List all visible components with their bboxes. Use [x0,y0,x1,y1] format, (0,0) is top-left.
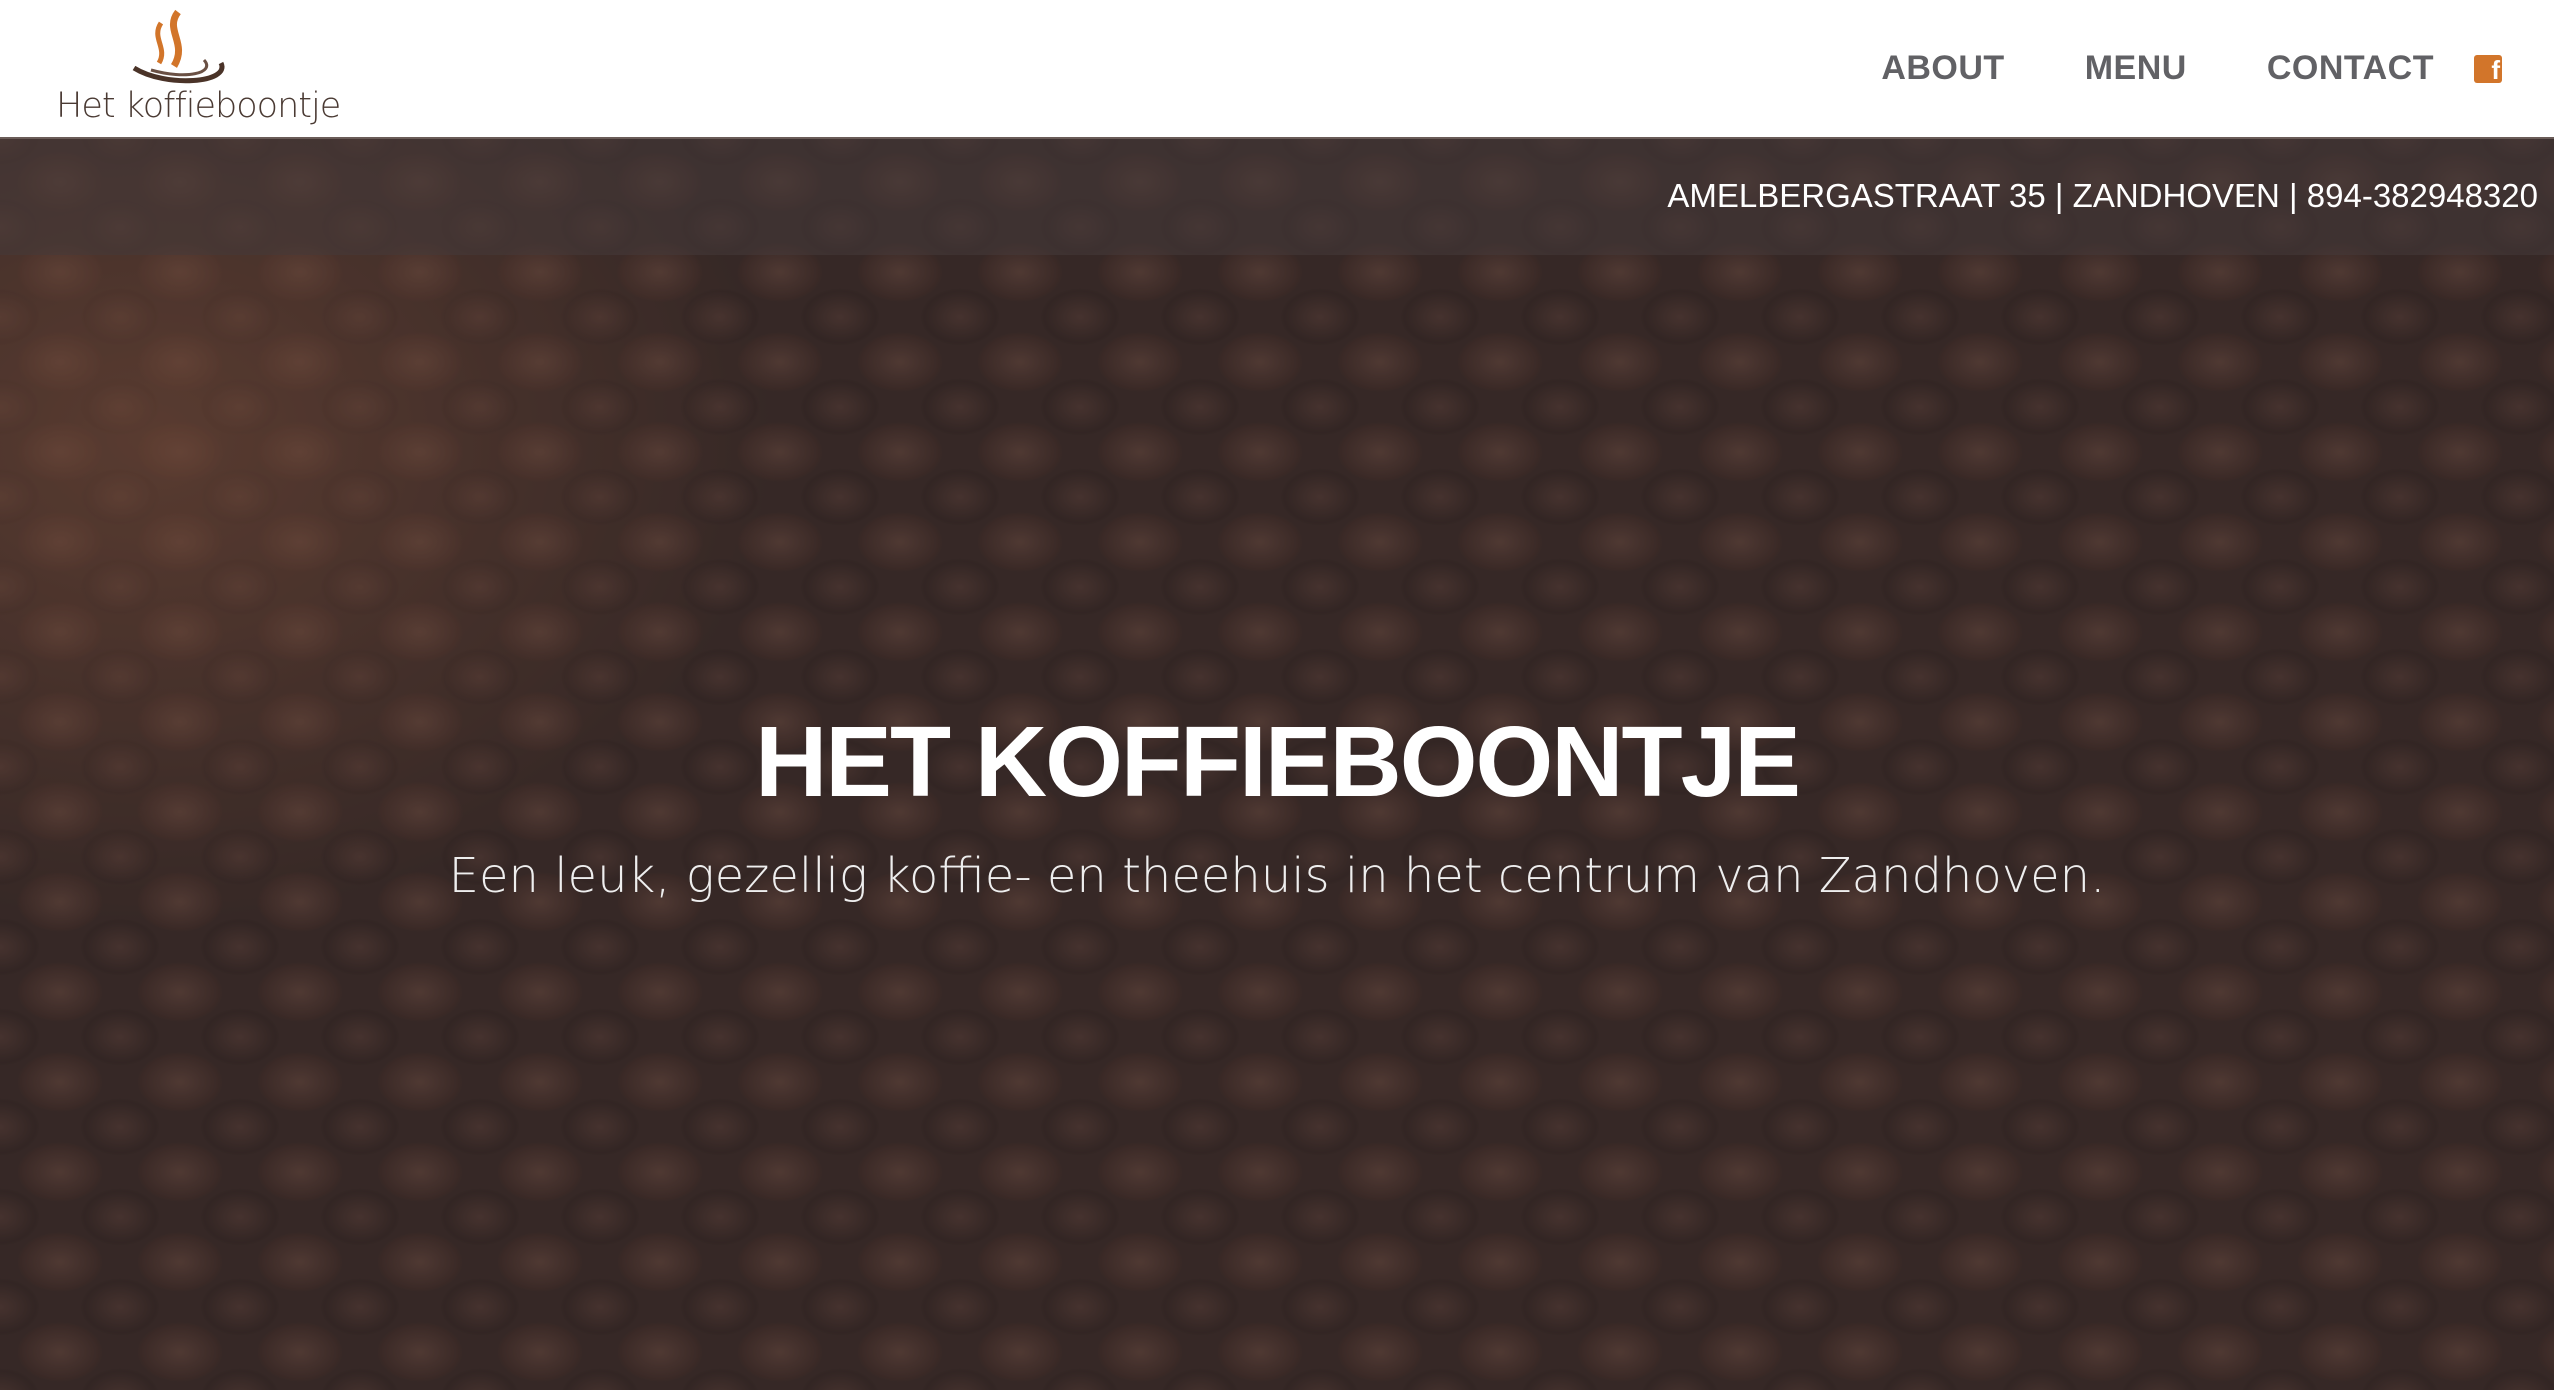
logo[interactable]: Het koffieboontje [56,8,341,128]
steaming-cup-logo-icon [132,9,225,84]
logo-text: Het koffieboontje [56,86,341,126]
site-header: Het koffieboontje ABOUT MENU CONTACT f [0,0,2554,139]
nav-about[interactable]: ABOUT [1881,49,2004,88]
nav-contact[interactable]: CONTACT [2267,49,2434,88]
hero-subtitle: Een leuk, gezellig koffie- en theehuis i… [448,848,2106,904]
facebook-icon[interactable]: f [2474,54,2502,83]
address-text: AMELBERGASTRAAT 35 | ZANDHOVEN | 894-382… [1667,177,2538,214]
nav-menu[interactable]: MENU [2085,49,2187,88]
hero-title: HET KOFFIEBOONTJE [755,706,1801,818]
main-nav: ABOUT MENU CONTACT f [1881,0,2554,137]
address-bar: AMELBERGASTRAAT 35 | ZANDHOVEN | 894-382… [0,137,2554,255]
